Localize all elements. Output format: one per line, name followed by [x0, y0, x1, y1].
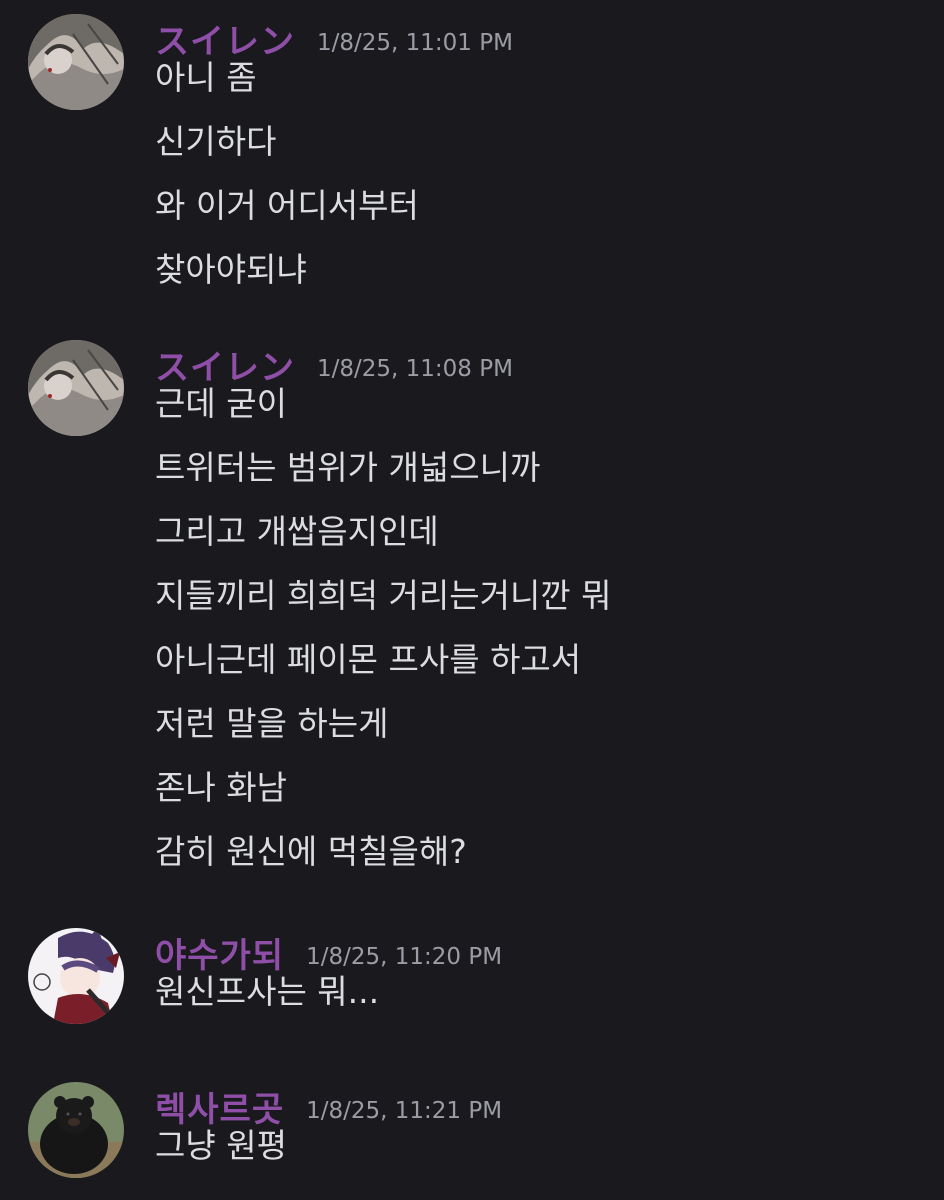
message-lines: 아니 좀 신기하다 와 이거 어디서부터 찾아야되냐 — [155, 60, 419, 316]
username[interactable]: 렉사르곳 — [155, 1082, 284, 1131]
message-line: 와 이거 어디서부터 — [155, 186, 419, 225]
message-line: 근데 굳이 — [155, 384, 287, 423]
message-group: 렉사르곳 1/8/25, 11:21 PM 그냥 원평 — [0, 1082, 944, 1192]
timestamp: 1/8/25, 11:08 PM — [317, 356, 513, 382]
timestamp: 1/8/25, 11:20 PM — [306, 944, 503, 970]
username[interactable]: スイレン — [155, 14, 295, 63]
message-line: 트위터는 범위가 개넓으니까 — [155, 448, 541, 487]
avatar[interactable] — [28, 1082, 124, 1178]
message-group: 야수가되 1/8/25, 11:20 PM 원신프사는 뭐... — [0, 928, 944, 1038]
timestamp: 1/8/25, 11:01 PM — [317, 30, 513, 56]
message-line: 감히 원신에 먹칠을해? — [155, 832, 467, 871]
avatar-black-bear-icon — [28, 1082, 124, 1178]
message-header: 렉사르곳 1/8/25, 11:21 PM — [155, 1082, 503, 1130]
timestamp: 1/8/25, 11:21 PM — [306, 1098, 503, 1124]
message-header: 야수가되 1/8/25, 11:20 PM — [155, 928, 503, 976]
message-header: スイレン 1/8/25, 11:08 PM — [155, 340, 513, 388]
message-group: スイレン 1/8/25, 11:08 PM 근데 굳이 트위터는 범위가 개넓으니… — [0, 340, 944, 880]
message-line: 존나 화남 — [155, 768, 287, 807]
message-line: 그냥 원평 — [155, 1126, 287, 1165]
avatar[interactable] — [28, 340, 124, 436]
message-line: 신기하다 — [155, 122, 277, 161]
avatar[interactable] — [28, 14, 124, 110]
username[interactable]: 야수가되 — [155, 928, 284, 977]
avatar-anime-character-icon — [28, 928, 124, 1024]
message-line: 그리고 개쌉음지인데 — [155, 512, 439, 551]
message-line: 지들끼리 희희덕 거리는거니깐 뭐 — [155, 576, 612, 615]
message-line: 원신프사는 뭐... — [155, 972, 380, 1011]
avatar[interactable] — [28, 928, 124, 1024]
message-lines: 원신프사는 뭐... — [155, 974, 379, 1038]
avatar-girl-dark-hair-icon — [28, 14, 124, 110]
chat-message-list: スイレン 1/8/25, 11:01 PM 아니 좀 신기하다 와 이거 어디서부… — [0, 0, 944, 1200]
message-lines: 근데 굳이 트위터는 범위가 개넓으니까 그리고 개쌉음지인데 지들끼리 희희덕… — [155, 386, 612, 898]
message-line: 아니근데 페이몬 프사를 하고서 — [155, 640, 582, 679]
message-line: 아니 좀 — [155, 58, 257, 97]
message-line: 찾아야되냐 — [155, 250, 307, 289]
message-header: スイレン 1/8/25, 11:01 PM — [155, 14, 513, 62]
message-line: 저런 말을 하는게 — [155, 704, 389, 743]
message-lines: 그냥 원평 — [155, 1128, 287, 1192]
message-group: スイレン 1/8/25, 11:01 PM 아니 좀 신기하다 와 이거 어디서부… — [0, 14, 944, 288]
avatar-girl-dark-hair-icon — [28, 340, 124, 436]
username[interactable]: スイレン — [155, 340, 295, 389]
